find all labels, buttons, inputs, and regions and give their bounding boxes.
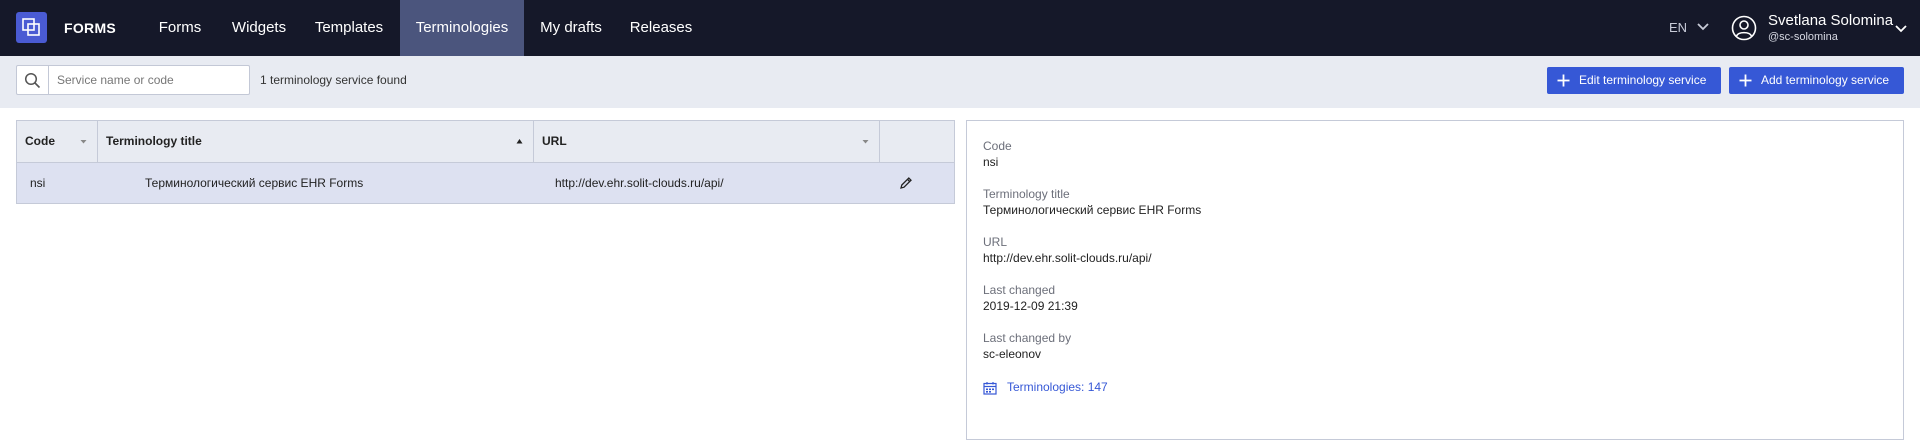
detail-url-label: URL (983, 235, 1008, 249)
detail-changed-label: Last changed (983, 283, 1056, 297)
table-header: Code Terminology title URL (17, 121, 954, 163)
language-selector[interactable]: EN (1669, 0, 1687, 56)
user-login: @sc-solomina (1768, 31, 1838, 43)
add-button-label: Add terminology service (1761, 73, 1890, 87)
nav-my-drafts[interactable]: My drafts (531, 0, 611, 56)
detail-code-label: Code (983, 139, 1012, 153)
chevron-down-icon[interactable] (1894, 22, 1908, 36)
nav-terminologies[interactable]: Terminologies (400, 0, 524, 56)
column-header-actions (880, 121, 954, 162)
plus-icon (1739, 74, 1752, 87)
column-header-title[interactable]: Terminology title (98, 121, 534, 162)
calendar-icon (983, 382, 997, 395)
edit-button-label: Edit terminology service (1579, 73, 1707, 87)
brand-title[interactable]: FORMS (64, 0, 116, 56)
chevron-down-icon[interactable] (1696, 20, 1710, 34)
user-circle-icon[interactable] (1731, 15, 1757, 41)
column-header-label: URL (542, 134, 567, 148)
detail-changed-by-value: sc-eleonov (983, 347, 1042, 361)
terminology-services-table: Code Terminology title URL nsi Терминоло… (16, 120, 955, 204)
nav-widgets[interactable]: Widgets (224, 0, 294, 56)
detail-changed-value: 2019-12-09 21:39 (983, 299, 1078, 313)
detail-title-label: Terminology title (983, 187, 1070, 201)
search-input[interactable] (49, 66, 261, 94)
details-panel: Code nsi Terminology title Терминологиче… (966, 120, 1904, 440)
sort-desc-icon (862, 140, 869, 144)
table-row[interactable]: nsi Терминологический сервис EHR Forms h… (17, 163, 954, 203)
terminologies-link-label: Terminologies: 147 (1007, 380, 1108, 394)
search-box (16, 65, 261, 95)
detail-changed-by-label: Last changed by (983, 331, 1072, 345)
top-navbar: FORMS Forms Widgets Templates Terminolog… (0, 0, 1920, 56)
plus-icon (1557, 74, 1570, 87)
user-name[interactable]: Svetlana Solomina (1768, 12, 1893, 29)
sort-asc-icon (516, 139, 523, 144)
nav-releases[interactable]: Releases (624, 0, 698, 56)
detail-title-value: Терминологический сервис EHR Forms (983, 203, 1202, 217)
sort-desc-icon (80, 140, 87, 144)
edit-terminology-service-button[interactable]: Edit terminology service (1547, 67, 1721, 94)
cell-url: http://dev.ehr.solit-clouds.ru/api/ (555, 176, 724, 190)
app-logo-icon[interactable] (16, 12, 47, 43)
detail-code-value: nsi (983, 155, 999, 169)
pencil-icon[interactable] (899, 176, 913, 190)
nav-templates[interactable]: Templates (306, 0, 392, 56)
cell-code: nsi (30, 176, 46, 190)
add-terminology-service-button[interactable]: Add terminology service (1729, 67, 1904, 94)
detail-url-value: http://dev.ehr.solit-clouds.ru/api/ (983, 251, 1152, 265)
results-count: 1 terminology service found (260, 73, 407, 87)
toolbar: 1 terminology service found Edit termino… (0, 56, 1920, 108)
column-header-code[interactable]: Code (17, 121, 98, 162)
column-header-label: Terminology title (106, 134, 202, 148)
column-header-label: Code (25, 134, 55, 148)
cell-title: Терминологический сервис EHR Forms (145, 176, 364, 190)
search-icon[interactable] (17, 66, 49, 94)
column-header-url[interactable]: URL (534, 121, 880, 162)
nav-forms[interactable]: Forms (146, 0, 214, 56)
